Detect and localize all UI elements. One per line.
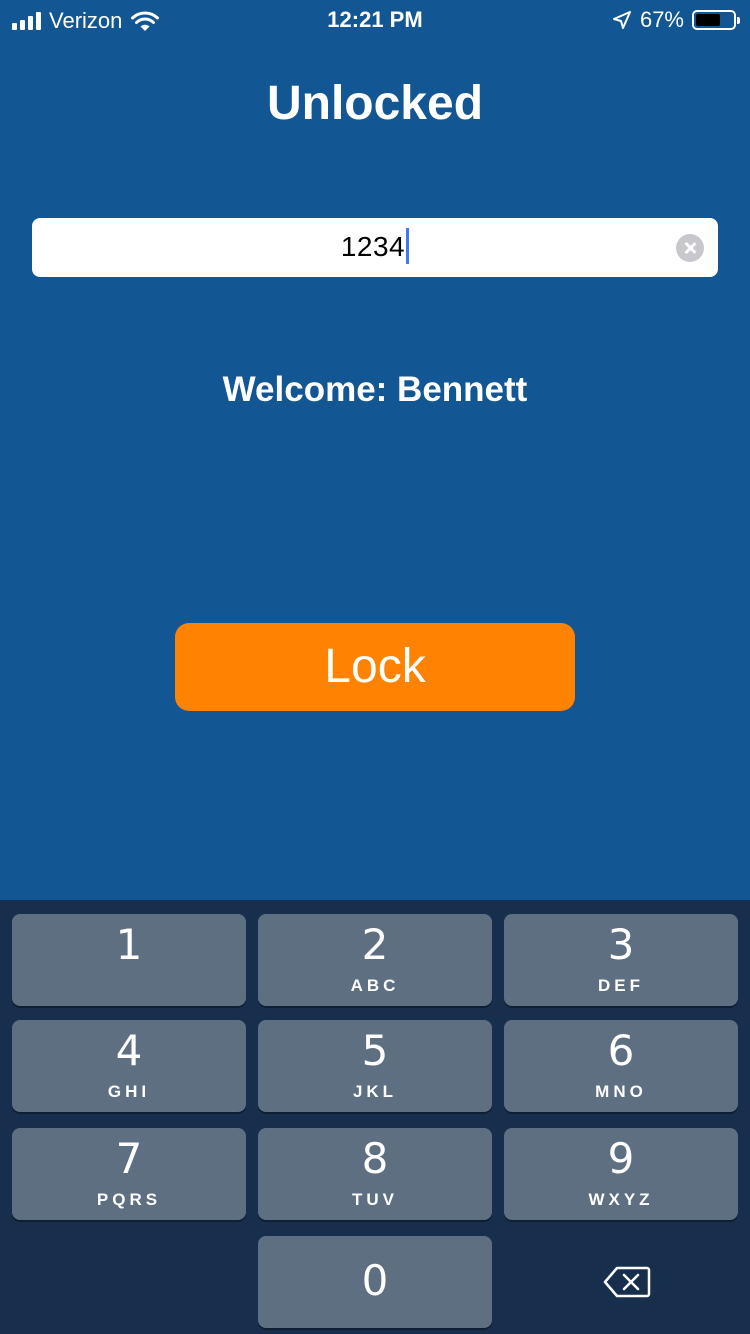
key-letters: ABC xyxy=(350,976,400,995)
key-letters: PQRS xyxy=(96,1190,162,1209)
key-letters: DEF xyxy=(598,976,644,995)
key-digit: 8 xyxy=(361,1134,389,1183)
battery-icon xyxy=(692,10,740,30)
key-7[interactable]: 7 PQRS xyxy=(12,1128,246,1220)
key-2[interactable]: 2 ABC xyxy=(258,914,492,1006)
welcome-message: Welcome: Bennett xyxy=(222,370,528,409)
delete-key[interactable] xyxy=(504,1236,738,1328)
key-6[interactable]: 6 MNO xyxy=(504,1020,738,1112)
key-8[interactable]: 8 TUV xyxy=(258,1128,492,1220)
battery-tip xyxy=(737,17,740,24)
key-digit: 1 xyxy=(115,920,143,969)
pin-input-value: 1234 xyxy=(32,227,718,264)
app-screen: Verizon 12:21 PM 67% Unlocked 1234 Welco… xyxy=(0,0,750,900)
key-letters: JKL xyxy=(352,1082,398,1101)
key-letters: GHI xyxy=(107,1082,151,1101)
key-5[interactable]: 5 JKL xyxy=(258,1020,492,1112)
battery-level xyxy=(696,14,720,26)
clear-circle-icon[interactable] xyxy=(676,234,704,262)
location-arrow-icon xyxy=(612,11,631,29)
backspace-icon xyxy=(603,1266,651,1298)
key-letters: WXYZ xyxy=(588,1190,654,1209)
lock-button[interactable]: Lock xyxy=(175,623,575,711)
key-digit: 5 xyxy=(361,1026,389,1075)
key-1[interactable]: 1 xyxy=(12,914,246,1006)
key-digit: 4 xyxy=(115,1026,143,1075)
key-digit: 2 xyxy=(361,920,389,969)
key-digit: 6 xyxy=(607,1026,635,1075)
pin-input-text: 1234 xyxy=(340,231,406,262)
key-3[interactable]: 3 DEF xyxy=(504,914,738,1006)
key-digit: 7 xyxy=(115,1134,143,1183)
key-9[interactable]: 9 WXYZ xyxy=(504,1128,738,1220)
key-0[interactable]: 0 xyxy=(258,1236,492,1328)
battery-percent: 67% xyxy=(639,7,684,32)
key-digit: 0 xyxy=(361,1256,389,1305)
status-bar: Verizon 12:21 PM 67% xyxy=(0,0,750,40)
key-digit: 3 xyxy=(607,920,635,969)
status-right: 67% xyxy=(612,7,740,33)
key-4[interactable]: 4 GHI xyxy=(12,1020,246,1112)
text-cursor xyxy=(406,227,410,264)
page-title: Unlocked xyxy=(266,77,484,130)
key-digit: 9 xyxy=(607,1134,635,1183)
key-letters: MNO xyxy=(595,1082,647,1101)
key-letters: TUV xyxy=(352,1190,398,1209)
numeric-keypad: 1 2 ABC 3 DEF 4 GHI 5 JKL 6 MNO 7 PQRS 8… xyxy=(0,900,750,1334)
pin-input[interactable]: 1234 xyxy=(32,218,718,277)
